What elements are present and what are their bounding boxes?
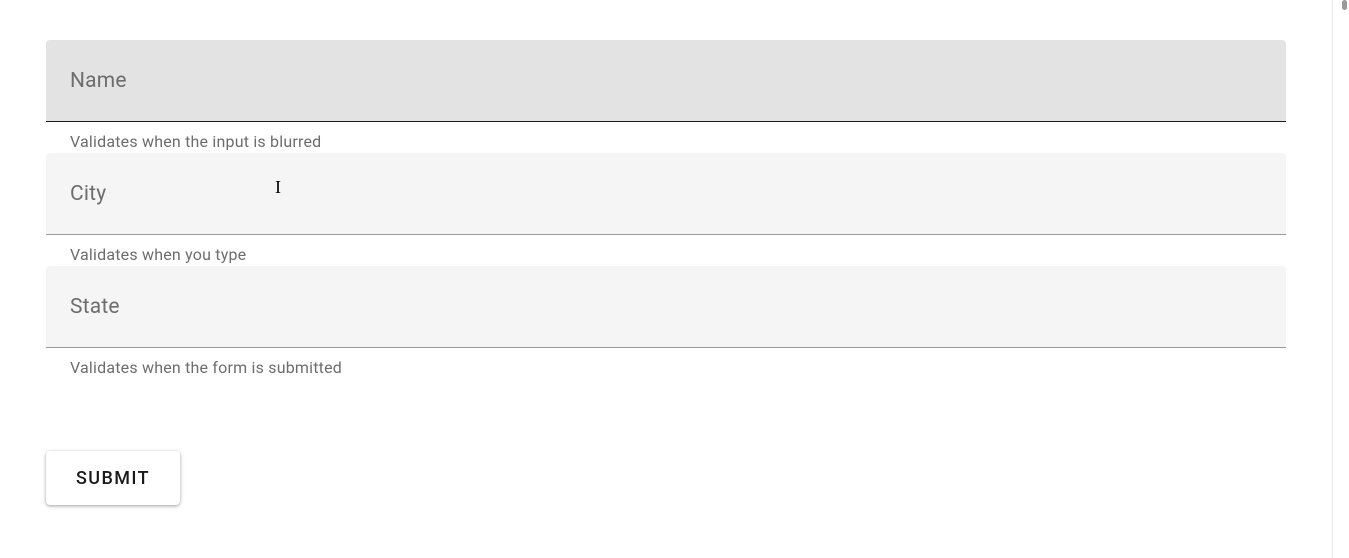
state-label: State [70, 295, 120, 319]
name-helper: Validates when the input is blurred [46, 122, 1286, 151]
name-label: Name [70, 69, 127, 93]
city-helper: Validates when you type [46, 235, 1286, 264]
scrollbar[interactable] [1332, 0, 1349, 558]
name-field[interactable]: Name [46, 40, 1286, 122]
scrollbar-thumb[interactable] [1342, 0, 1347, 10]
city-label: City [70, 182, 106, 206]
city-field-wrapper: City Validates when you type [46, 153, 1286, 264]
city-field[interactable]: City [46, 153, 1286, 235]
state-field-wrapper: State Validates when the form is submitt… [46, 266, 1286, 377]
name-field-wrapper: Name Validates when the input is blurred [46, 40, 1286, 151]
form-container: Name Validates when the input is blurred… [0, 0, 1332, 505]
submit-button[interactable]: SUBMIT [46, 451, 180, 505]
state-field[interactable]: State [46, 266, 1286, 348]
state-helper: Validates when the form is submitted [46, 348, 1286, 377]
